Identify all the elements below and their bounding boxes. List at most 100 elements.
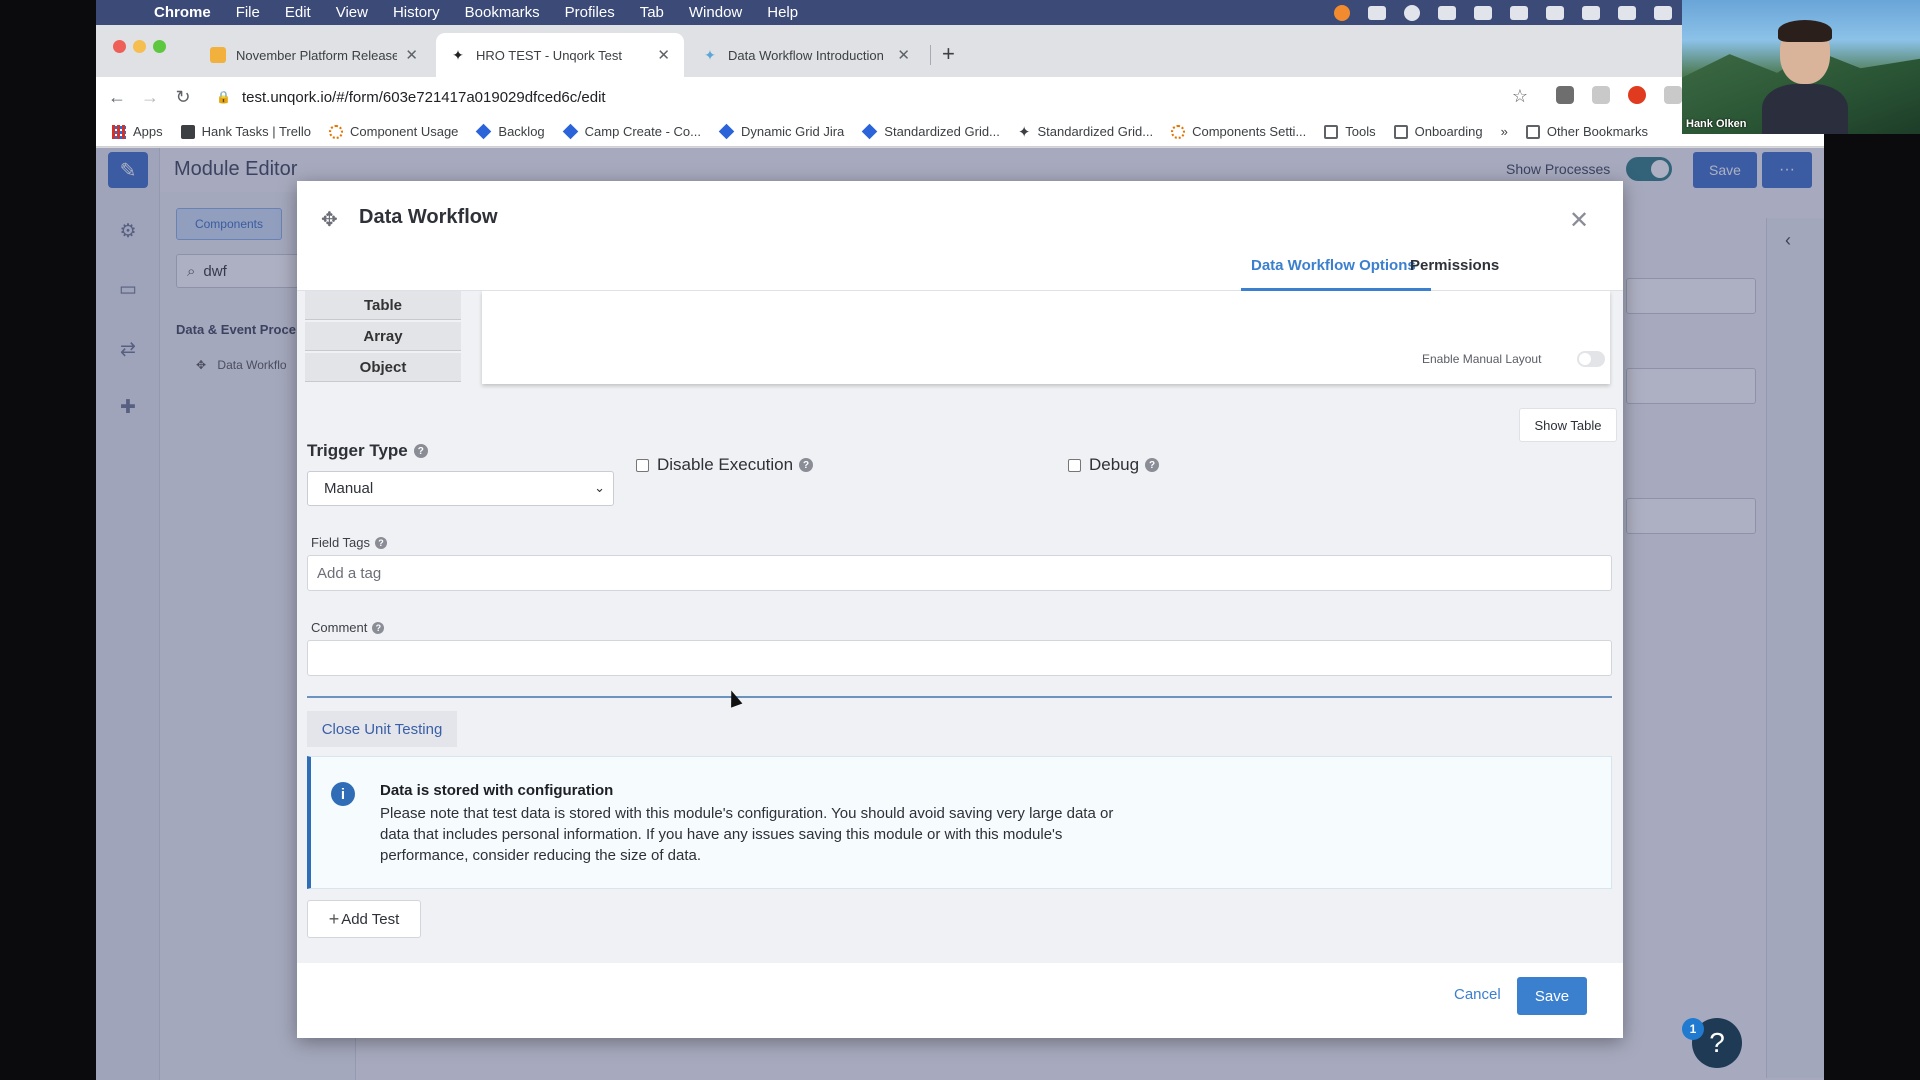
bookmark-standardized-grid-1[interactable]: Standardized Grid... [862,123,1000,140]
battery-icon[interactable] [1618,5,1637,20]
bookmark-component-usage[interactable]: Component Usage [329,124,458,139]
help-icon[interactable]: ? [1145,458,1160,472]
bookmark-other[interactable]: Other Bookmarks [1525,124,1648,139]
webcam-person [1762,20,1848,134]
status-circle-icon[interactable] [1404,4,1421,21]
dropbox-icon[interactable] [1368,5,1387,20]
menu-tab[interactable]: Tab [640,4,664,21]
help-icon[interactable]: ? [372,621,385,634]
bluetooth-icon[interactable] [1546,5,1565,20]
workflow-canvas[interactable]: Enable Manual Layout [482,291,1610,384]
help-icon[interactable]: ? [375,536,388,549]
menu-chrome[interactable]: Chrome [154,4,211,21]
tab-hro-test[interactable]: ✦ HRO TEST - Unqork Test ✕ [436,33,684,77]
window-minimize-button[interactable] [133,40,146,53]
extension-icon[interactable] [1592,86,1610,104]
tab-november-release[interactable]: November Platform Release St ✕ [196,33,432,77]
field-tags-input[interactable]: Add a tag [307,555,1612,591]
type-table[interactable]: Table [305,291,461,320]
menu-view[interactable]: View [336,4,368,21]
help-icon[interactable]: ? [413,444,428,458]
tab-close-icon[interactable]: ✕ [405,46,418,64]
disable-execution-label: Disable Execution [657,455,794,474]
bookmark-onboarding[interactable]: Onboarding [1393,124,1483,139]
bookmark-backlog[interactable]: Backlog [476,123,545,140]
menu-window[interactable]: Window [689,4,742,21]
webcam-name-label: Hank Olken [1686,118,1747,130]
new-tab-plus-icon[interactable]: + [942,41,955,67]
extension-icon[interactable] [1664,86,1682,104]
bookmark-label: » [1500,124,1508,139]
bookmark-components-settings[interactable]: Components Setti... [1171,124,1306,139]
close-icon[interactable]: ✕ [1569,206,1589,235]
status-app-icon[interactable] [1334,4,1351,21]
field-tags-placeholder: Add a tag [317,564,382,582]
save-button[interactable]: Save [1517,977,1587,1015]
bookmark-label: Camp Create - Co... [584,124,701,139]
bookmarks-overflow-button[interactable]: » [1501,124,1508,139]
tab-close-icon[interactable]: ✕ [657,46,670,64]
screen: Chrome File Edit View History Bookmarks … [96,0,1824,1080]
move-arrows-icon[interactable]: ✥ [321,207,338,232]
forward-arrow-icon[interactable]: → [138,85,162,109]
bookmark-label: Onboarding [1414,124,1483,139]
menu-history[interactable]: History [393,4,440,21]
window-zoom-button[interactable] [153,40,166,53]
close-unit-testing-button[interactable]: Close Unit Testing [307,711,457,747]
gear-icon [1171,124,1186,139]
debug-label: Debug [1089,455,1140,474]
comment-input[interactable] [307,640,1612,676]
extension-icon[interactable] [1628,86,1646,104]
menu-profiles[interactable]: Profiles [565,4,615,21]
back-arrow-icon[interactable]: ← [105,85,129,109]
tab-permissions[interactable]: Permissions [1410,257,1499,274]
reload-icon[interactable]: ↻ [171,85,195,109]
bookmark-label: Standardized Grid... [884,124,1000,139]
bookmark-camp-create[interactable]: Camp Create - Co... [562,123,701,140]
shield-icon[interactable] [1474,5,1493,20]
checkbox-box[interactable] [636,458,649,472]
tab-title: November Platform Release St [236,47,398,63]
cancel-button[interactable]: Cancel [1454,986,1501,1003]
apple-icon[interactable] [114,2,136,24]
checkbox-box[interactable] [1068,458,1081,472]
address-bar[interactable]: 🔒 test.unqork.io/#/form/603e721417a01902… [208,82,1528,112]
menu-edit[interactable]: Edit [285,4,311,21]
person-body [1762,84,1848,134]
bookmark-standardized-grid-2[interactable]: ✦ Standardized Grid... [1018,123,1153,141]
add-test-button[interactable]: + Add Test [307,900,421,938]
bookmark-star-icon[interactable]: ☆ [1512,86,1528,107]
wifi-icon[interactable] [1654,5,1673,20]
bookmark-hank-tasks[interactable]: Hank Tasks | Trello [180,124,311,139]
status-bars-icon[interactable] [1510,5,1529,20]
bookmark-label: Standardized Grid... [1037,124,1154,139]
enable-manual-layout-toggle[interactable] [1577,351,1605,367]
help-icon[interactable]: ? [799,458,814,472]
menu-bookmarks[interactable]: Bookmarks [465,4,540,21]
add-test-label: Add Test [341,910,400,928]
bookmark-apps[interactable]: Apps [112,124,163,139]
disable-execution-checkbox[interactable]: Disable Execution ? [636,455,814,475]
browser-tab-strip: November Platform Release St ✕ ✦ HRO TES… [96,25,1824,77]
menu-file[interactable]: File [236,4,260,21]
window-close-button[interactable] [113,40,126,53]
trigger-type-select[interactable]: Manual ⌄ [307,471,614,506]
notification-badge: 1 [1682,1018,1704,1040]
extension-icon[interactable] [1556,86,1574,104]
tab-data-workflow-intro[interactable]: ✦ Data Workflow Introduction ✕ [688,33,924,77]
bookmark-tools[interactable]: Tools [1324,124,1376,139]
jira-icon [476,123,492,140]
type-object[interactable]: Object [305,353,461,382]
volume-icon[interactable] [1582,5,1601,20]
bookmark-dynamic-grid[interactable]: Dynamic Grid Jira [718,123,844,140]
type-array[interactable]: Array [305,322,461,351]
debug-checkbox[interactable]: Debug ? [1068,455,1160,475]
tab-close-icon[interactable]: ✕ [897,46,910,64]
menu-help[interactable]: Help [767,4,798,21]
status-check-icon[interactable] [1438,5,1457,20]
info-text: Please note that test data is stored wit… [380,805,1114,864]
tab-data-workflow-options[interactable]: Data Workflow Options [1251,257,1416,274]
comment-label-text: Comment [311,620,368,635]
jira-icon [562,123,578,140]
show-table-button[interactable]: Show Table [1519,408,1617,442]
